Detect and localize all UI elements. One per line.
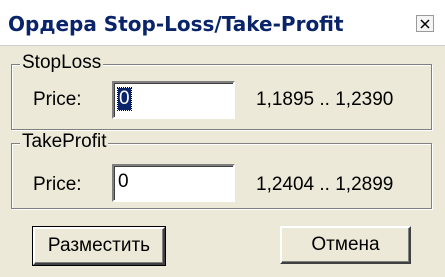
close-button[interactable] [416, 15, 434, 32]
cancel-button[interactable]: Отмена [280, 226, 411, 264]
takeprofit-range: 1,2404 .. 1,2899 [256, 174, 394, 195]
window-title: Ордера Stop-Loss/Take-Profit [8, 12, 344, 36]
takeprofit-price-label: Price: [33, 174, 82, 195]
takeprofit-price-input[interactable]: 0 [112, 164, 235, 202]
takeprofit-price-value: 0 [118, 171, 129, 192]
close-icon [420, 18, 430, 29]
place-button[interactable]: Разместить [32, 226, 166, 266]
stoploss-range: 1,1895 .. 1,2390 [256, 89, 394, 110]
stoploss-group-label: StopLoss [20, 52, 104, 74]
stoploss-price-input[interactable]: 0 [112, 81, 235, 119]
takeprofit-group-label: TakeProfit [20, 131, 109, 153]
stoploss-price-value: 0 [117, 87, 132, 111]
stop-loss-take-profit-dialog: Ордера Stop-Loss/Take-Profit StopLoss Pr… [0, 0, 445, 277]
title-bar[interactable]: Ордера Stop-Loss/Take-Profit [0, 0, 445, 46]
stoploss-price-label: Price: [33, 89, 82, 110]
